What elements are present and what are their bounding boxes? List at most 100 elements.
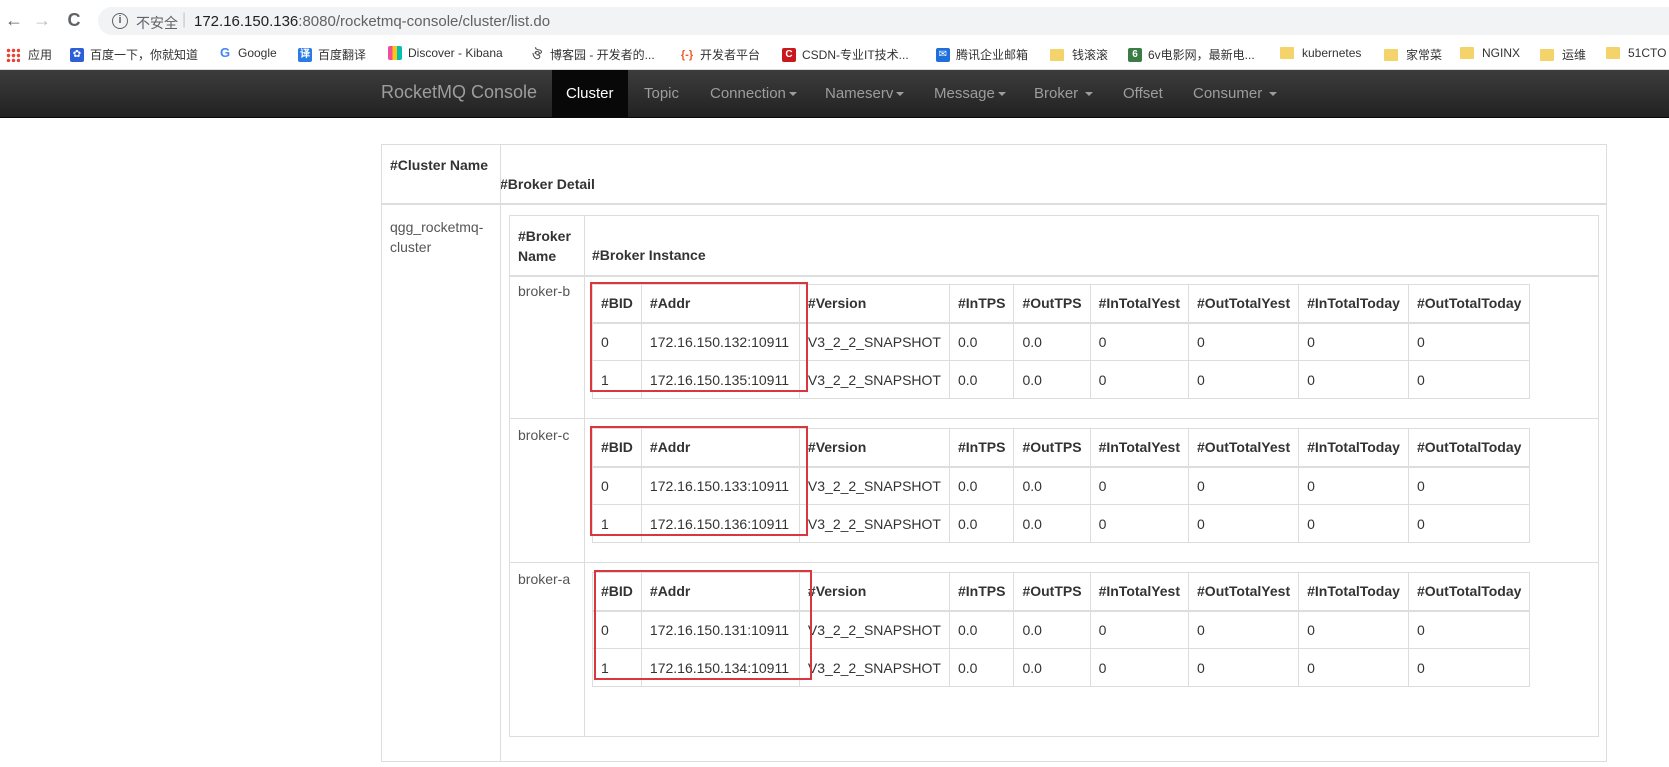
cell-intotaltoday: 0 xyxy=(1298,466,1409,505)
cell-outtps: 0.0 xyxy=(1013,322,1091,361)
col-version: #Version xyxy=(798,284,950,324)
column-divider xyxy=(500,145,501,761)
cell-version: V3_2_2_SNAPSHOT xyxy=(798,466,950,505)
bookmark-label: 应用 xyxy=(28,48,53,62)
bookmark-6v[interactable]: 6 6v电影网，最新电... xyxy=(1128,46,1255,63)
cell-outtotalyest: 0 xyxy=(1188,322,1300,361)
bookmark-folder-kubernetes[interactable]: kubernetes xyxy=(1280,46,1361,60)
folder-icon xyxy=(1384,48,1398,61)
url-host: 172.16.150.136 xyxy=(194,13,299,30)
nav-offset[interactable]: Offset xyxy=(1109,70,1177,118)
cell-outtotaltoday: 0 xyxy=(1407,322,1531,361)
col-outtotalyest: #OutTotalYest xyxy=(1188,428,1300,468)
cell-intotalyest: 0 xyxy=(1089,610,1190,649)
bookmark-tencent-mail[interactable]: ✉ 腾讯企业邮箱 xyxy=(936,46,1028,63)
nav-cluster[interactable]: Cluster xyxy=(552,70,628,118)
bookmark-label: 开发者平台 xyxy=(700,48,761,62)
nav-broker[interactable]: Broker xyxy=(1020,70,1107,118)
cell-outtotalyest: 0 xyxy=(1188,504,1300,543)
dev-platform-icon: {-} xyxy=(680,48,694,61)
cell-intps: 0.0 xyxy=(948,322,1015,361)
folder-icon xyxy=(1606,47,1620,59)
col-outtps: #OutTPS xyxy=(1013,284,1091,324)
cell-version: V3_2_2_SNAPSHOT xyxy=(798,504,950,543)
app-navbar: RocketMQ Console Cluster Topic Connectio… xyxy=(0,70,1669,118)
cell-outtotaltoday: 0 xyxy=(1407,610,1531,649)
header-divider xyxy=(510,275,1598,277)
bookmark-folder-yunwei[interactable]: 运维 xyxy=(1540,46,1586,63)
nav-label: Consumer xyxy=(1193,85,1267,102)
bookmark-folder-nginx[interactable]: NGINX xyxy=(1460,46,1520,60)
cell-outtotaltoday: 0 xyxy=(1407,360,1531,399)
bookmark-folder-51cto[interactable]: 51CTO xyxy=(1606,46,1666,60)
nav-message[interactable]: Message xyxy=(920,70,1020,118)
bookmark-csdn[interactable]: C CSDN-专业IT技术... xyxy=(782,46,909,63)
bookmark-baidu[interactable]: ✿ 百度一下，你就知道 xyxy=(70,46,198,63)
broker-name-cell: broker-a xyxy=(518,571,571,587)
cnblogs-icon: ঔ xyxy=(532,47,542,62)
cell-outtotaltoday: 0 xyxy=(1407,466,1531,505)
bookmark-label: 51CTO xyxy=(1628,46,1667,60)
nav-label: Nameserv xyxy=(825,85,894,102)
col-intotaltoday: #InTotalToday xyxy=(1298,284,1409,324)
back-icon[interactable]: ← xyxy=(2,8,26,32)
bookmark-label: kubernetes xyxy=(1302,46,1362,60)
url-text[interactable]: 172.16.150.136:8080/rocketmq-console/clu… xyxy=(194,13,550,30)
col-intotalyest: #InTotalYest xyxy=(1089,572,1190,612)
nav-topic[interactable]: Topic xyxy=(630,70,693,118)
6v-icon: 6 xyxy=(1128,47,1142,62)
cell-version: V3_2_2_SNAPSHOT xyxy=(798,648,950,687)
bookmark-cnblogs[interactable]: ঔ 博客园 - 开发者的... xyxy=(530,46,655,63)
bookmark-label: 家常菜 xyxy=(1406,48,1443,62)
folder-icon xyxy=(1050,48,1064,61)
cell-version: V3_2_2_SNAPSHOT xyxy=(798,322,950,361)
row-divider xyxy=(510,418,1598,419)
col-broker-name: #Broker Name xyxy=(518,228,571,264)
nav-consumer[interactable]: Consumer xyxy=(1179,70,1291,118)
nav-nameserv[interactable]: Nameserv xyxy=(811,70,918,118)
cell-outtps: 0.0 xyxy=(1013,610,1091,649)
col-intps: #InTPS xyxy=(948,428,1015,468)
caret-down-icon xyxy=(1085,92,1094,97)
bookmark-folder-qian[interactable]: 钱滚滚 xyxy=(1050,46,1108,63)
cell-intotaltoday: 0 xyxy=(1298,504,1409,543)
cell-intotalyest: 0 xyxy=(1089,466,1190,505)
brand-logo[interactable]: RocketMQ Console xyxy=(381,82,537,103)
col-version: #Version xyxy=(798,572,950,612)
cell-outtps: 0.0 xyxy=(1013,504,1091,543)
cell-outtps: 0.0 xyxy=(1013,360,1091,399)
address-bar[interactable]: i 不安全 | 172.16.150.136:8080/rocketmq-con… xyxy=(98,7,1669,35)
bookmark-google[interactable]: G Google xyxy=(218,46,277,61)
col-intotaltoday: #InTotalToday xyxy=(1298,572,1409,612)
bookmark-kibana[interactable]: Discover - Kibana xyxy=(388,46,503,60)
bookmark-baidu-translate[interactable]: 译百度翻译 xyxy=(298,46,366,63)
col-broker-detail: #Broker Detail xyxy=(500,176,595,192)
cell-intps: 0.0 xyxy=(948,466,1015,505)
bookmark-dev-platform[interactable]: {-} 开发者平台 xyxy=(680,46,760,63)
bookmark-label: NGINX xyxy=(1482,46,1521,60)
bookmark-label: 运维 xyxy=(1562,48,1587,62)
forward-icon[interactable]: → xyxy=(30,8,54,32)
bookmark-label: 博客园 - 开发者的... xyxy=(550,48,655,62)
info-icon[interactable]: i xyxy=(112,13,128,29)
caret-down-icon xyxy=(1269,92,1278,97)
reload-icon[interactable]: C xyxy=(62,8,86,32)
cell-outtotalyest: 0 xyxy=(1188,648,1300,687)
cluster-table: #Cluster Name #Broker Detail qgg_rocketm… xyxy=(381,144,1607,762)
col-cluster-name: #Cluster Name xyxy=(390,157,489,173)
cell-intotaltoday: 0 xyxy=(1298,322,1409,361)
broker-table: #Broker Name #Broker Instance broker-b #… xyxy=(509,215,1599,737)
bookmark-folder-jiachangcai[interactable]: 家常菜 xyxy=(1384,46,1442,63)
col-outtotaltoday: #OutTotalToday xyxy=(1407,572,1531,612)
cell-outtotaltoday: 0 xyxy=(1407,504,1531,543)
baidu-paw-icon: ✿ xyxy=(70,47,84,62)
col-outtps: #OutTPS xyxy=(1013,572,1091,612)
nav-label: Broker xyxy=(1034,85,1083,102)
nav-label: Topic xyxy=(644,85,680,102)
cluster-name-cell: qgg_rocketmq-cluster xyxy=(390,219,484,255)
bookmark-apps[interactable]: 应用 xyxy=(6,46,52,63)
nav-connection[interactable]: Connection xyxy=(696,70,811,118)
bookmark-label: 6v电影网，最新电... xyxy=(1148,48,1255,62)
translate-icon: 译 xyxy=(298,47,312,62)
cell-intps: 0.0 xyxy=(948,648,1015,687)
